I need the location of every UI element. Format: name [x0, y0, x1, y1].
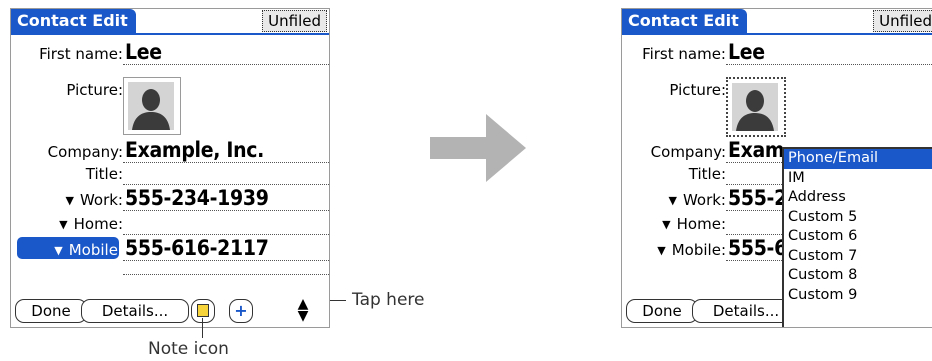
popup-item-im[interactable]: IM: [784, 169, 932, 189]
contact-edit-screen-after: Contact Edit Unfiled First name: Lee Pic…: [621, 8, 932, 328]
picture-label: Picture:: [669, 81, 726, 99]
tap-here-leader: [330, 300, 346, 301]
note-button[interactable]: [191, 299, 215, 323]
category-picker[interactable]: Unfiled: [262, 10, 327, 32]
triangle-down-icon: ▼: [668, 194, 677, 207]
triangle-down-icon: ▼: [657, 244, 666, 257]
first-name-row: First name: Lee: [622, 39, 932, 65]
note-icon-annotation: Note icon: [148, 339, 229, 359]
title-label: Title:: [688, 165, 726, 183]
done-button[interactable]: Done: [626, 299, 698, 323]
title-row: Title:: [11, 165, 329, 185]
home-row: ▼ Home:: [11, 213, 329, 235]
work-label-trigger[interactable]: ▼ Work:: [65, 191, 123, 209]
home-label-trigger[interactable]: ▼ Home:: [662, 215, 726, 233]
picture-label: Picture:: [66, 81, 123, 99]
popup-item-custom-7[interactable]: Custom 7: [784, 247, 932, 267]
first-name-field[interactable]: Lee: [125, 41, 329, 63]
person-silhouette-icon: [128, 82, 174, 130]
title-label: Title:: [85, 165, 123, 183]
done-button[interactable]: Done: [15, 299, 87, 323]
command-bar: Done Details... + ▲ ▼: [11, 297, 329, 323]
person-silhouette-icon: [732, 83, 778, 131]
work-phone-field[interactable]: 555-234-1939: [125, 187, 329, 209]
transition-arrow-icon: [430, 110, 530, 186]
note-icon: [197, 304, 209, 317]
add-field-button[interactable]: +: [229, 299, 253, 323]
picture-box[interactable]: [123, 77, 181, 135]
triangle-down-icon: ▼: [662, 218, 671, 231]
scroll-arrows[interactable]: ▲ ▼: [293, 297, 313, 324]
popup-item-custom-5[interactable]: Custom 5: [784, 208, 932, 228]
contact-edit-screen-before: Contact Edit Unfiled First name: Lee Pic…: [10, 8, 330, 328]
note-icon-leader: [202, 318, 203, 338]
screen-title: Contact Edit: [11, 9, 136, 33]
title-bar: Contact Edit Unfiled: [622, 9, 932, 35]
plus-icon: +: [234, 301, 248, 320]
mobile-row: ▼ Mobile: 555-616-2117: [11, 235, 329, 261]
triangle-down-icon: ▼: [65, 194, 74, 207]
first-name-label: First name:: [39, 45, 123, 63]
company-label: Company:: [650, 143, 726, 161]
home-label-trigger[interactable]: ▼ Home:: [59, 215, 123, 233]
work-row: ▼ Work: 555-234-1939: [11, 185, 329, 211]
triangle-down-icon: ▼: [54, 244, 63, 257]
work-label-trigger[interactable]: ▼ Work:: [668, 191, 726, 209]
details-button[interactable]: Details...: [81, 299, 189, 323]
mobile-label-trigger[interactable]: ▼ Mobile:: [657, 241, 726, 259]
triangle-down-icon: ▼: [59, 218, 68, 231]
company-row: Company: Example, Inc.: [11, 137, 329, 163]
first-name-row: First name: Lee: [11, 39, 329, 65]
tap-here-annotation: Tap here: [352, 290, 425, 310]
first-name-field[interactable]: Lee: [728, 41, 932, 63]
category-picker[interactable]: Unfiled: [873, 10, 932, 32]
title-bar: Contact Edit Unfiled: [11, 9, 329, 35]
mobile-label-trigger[interactable]: ▼ Mobile:: [54, 241, 123, 259]
screen-title: Contact Edit: [622, 9, 747, 33]
field-type-popup-list: Phone/Email IM Address Custom 5 Custom 6…: [782, 147, 932, 327]
company-label: Company:: [47, 143, 123, 161]
blank-row: [11, 261, 329, 275]
picture-box[interactable]: [726, 77, 786, 137]
company-field[interactable]: Example, Inc.: [125, 139, 329, 161]
popup-item-address[interactable]: Address: [784, 188, 932, 208]
popup-item-custom-8[interactable]: Custom 8: [784, 266, 932, 286]
first-name-label: First name:: [642, 45, 726, 63]
popup-item-custom-6[interactable]: Custom 6: [784, 227, 932, 247]
popup-item-phone-email[interactable]: Phone/Email: [784, 149, 932, 169]
mobile-phone-field[interactable]: 555-616-2117: [125, 237, 329, 259]
popup-item-custom-9[interactable]: Custom 9: [784, 286, 932, 306]
